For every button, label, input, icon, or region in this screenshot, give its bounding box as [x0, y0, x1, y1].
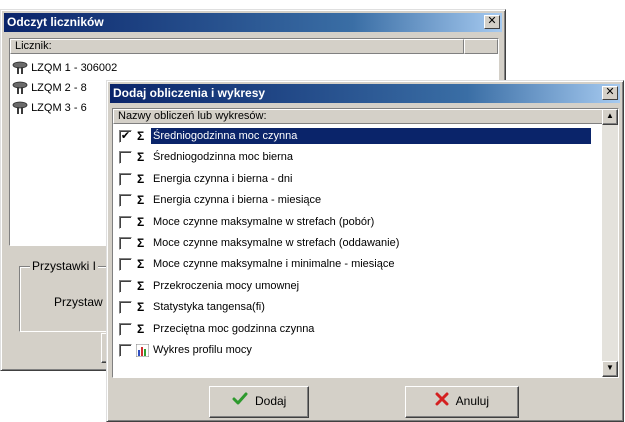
meter-label: LZQM 2 - 8	[31, 82, 87, 94]
item-label: Średniogodzinna moc czynna	[151, 128, 591, 144]
meter-read-title: Odczyt liczników	[7, 15, 104, 29]
item-checkbox[interactable]	[119, 301, 132, 315]
sigma-icon: Σ	[137, 150, 145, 165]
item-checkbox[interactable]	[119, 258, 132, 272]
sigma-icon: Σ	[137, 214, 145, 229]
attachments-group-label: Przystawki I	[30, 259, 99, 273]
bar-chart-icon	[135, 343, 150, 362]
item-checkbox[interactable]	[119, 151, 132, 165]
meter-column-header-extra[interactable]	[464, 39, 498, 54]
item-checkbox[interactable]	[119, 194, 132, 208]
item-checkbox[interactable]: ✔	[119, 130, 132, 143]
meter-column-header-label: Licznik:	[15, 40, 52, 52]
list-item[interactable]: LZQM 2 - 8	[12, 80, 87, 96]
sigma-icon: Σ	[137, 236, 145, 250]
item-checkbox[interactable]	[119, 215, 132, 229]
sigma-icon: Σ	[137, 278, 145, 293]
meter-icon	[12, 61, 28, 75]
list-item[interactable]: Σ Moce czynne maksymalne i minimalne - mi…	[113, 256, 601, 273]
sigma-icon: Σ	[137, 321, 145, 336]
item-label: Wykres profilu mocy	[153, 344, 252, 356]
close-icon[interactable]: ✕	[484, 15, 500, 29]
cancel-button-label: Anuluj	[455, 394, 490, 408]
list-item[interactable]: Σ Średniogodzinna moc bierna	[113, 149, 601, 166]
sigma-icon: Σ	[137, 129, 145, 143]
list-item[interactable]: ✔ Σ Średniogodzinna moc czynna	[113, 128, 601, 145]
x-icon	[435, 388, 449, 416]
list-item[interactable]: Σ Energia czynna i bierna - miesiące	[113, 192, 601, 209]
meter-read-titlebar: Odczyt liczników ✕	[4, 13, 502, 32]
calculations-list[interactable]: Nazwy obliczeń lub wykresów: ▲ ▼ ✔ Σ Średn…	[112, 108, 619, 378]
sigma-icon: Σ	[137, 193, 145, 208]
item-label: Moce czynne maksymalne w strefach (pobór…	[153, 215, 375, 228]
list-item[interactable]: LZQM 3 - 6	[12, 100, 87, 116]
meter-icon	[12, 101, 28, 115]
item-label: Energia czynna i bierna - miesiące	[153, 194, 322, 207]
scroll-down-button[interactable]: ▼	[602, 361, 618, 377]
list-item[interactable]: Σ Moce czynne maksymalne w strefach (odda…	[113, 235, 601, 252]
add-calculations-dialog: Dodaj obliczenia i wykresy ✕ Nazwy oblic…	[106, 80, 624, 422]
list-item[interactable]: Wykres profilu mocy	[113, 342, 601, 359]
item-checkbox[interactable]	[119, 279, 132, 293]
sigma-icon: Σ	[137, 171, 145, 186]
item-label: Przekroczenia mocy umownej	[153, 279, 300, 292]
item-checkbox[interactable]	[119, 237, 132, 250]
scroll-up-button[interactable]: ▲	[602, 109, 618, 125]
item-checkbox[interactable]	[119, 322, 132, 336]
list-item[interactable]: Σ Statystyka tangensa(fi)	[113, 299, 601, 316]
calculations-column-header-label: Nazwy obliczeń lub wykresów:	[118, 110, 267, 122]
calculations-items: ✔ Σ Średniogodzinna moc czynna Σ Średniogodz…	[113, 126, 603, 377]
dialog-title: Dodaj obliczenia i wykresy	[113, 86, 266, 100]
item-label: Energia czynna i bierna - dni	[153, 172, 293, 185]
list-item[interactable]: Σ Przekroczenia mocy umownej	[113, 278, 601, 295]
add-button[interactable]: Dodaj	[209, 386, 309, 418]
calculations-column-header[interactable]: Nazwy obliczeń lub wykresów:	[113, 109, 603, 124]
list-item[interactable]: Σ Moce czynne maksymalne w strefach (pobó…	[113, 214, 601, 231]
meter-icon	[12, 81, 28, 95]
item-checkbox[interactable]	[119, 172, 132, 186]
item-label: Przeciętna moc godzinna czynna	[153, 322, 315, 335]
close-icon[interactable]: ✕	[602, 86, 618, 100]
list-item[interactable]: LZQM 1 - 306002	[12, 60, 117, 76]
item-label: Moce czynne maksymalne i minimalne - mie…	[153, 258, 395, 271]
sigma-icon: Σ	[137, 300, 145, 315]
meter-column-header[interactable]: Licznik:	[10, 39, 464, 54]
list-item[interactable]: Σ Energia czynna i bierna - dni	[113, 171, 601, 188]
item-checkbox[interactable]	[119, 344, 132, 357]
attachments-field-label: Przystaw	[54, 295, 103, 309]
item-label: Statystyka tangensa(fi)	[153, 301, 265, 314]
check-icon	[232, 388, 248, 416]
item-label: Moce czynne maksymalne w strefach (oddaw…	[153, 237, 400, 249]
dialog-titlebar: Dodaj obliczenia i wykresy ✕	[110, 84, 620, 103]
list-scrollbar[interactable]: ▲ ▼	[602, 109, 618, 377]
meter-label: LZQM 3 - 6	[31, 102, 87, 114]
meter-label: LZQM 1 - 306002	[31, 62, 118, 74]
cancel-button[interactable]: Anuluj	[405, 386, 519, 418]
list-item[interactable]: Σ Przeciętna moc godzinna czynna	[113, 321, 601, 338]
item-label: Średniogodzinna moc bierna	[153, 151, 294, 164]
sigma-icon: Σ	[137, 257, 145, 272]
add-button-label: Dodaj	[254, 394, 287, 408]
